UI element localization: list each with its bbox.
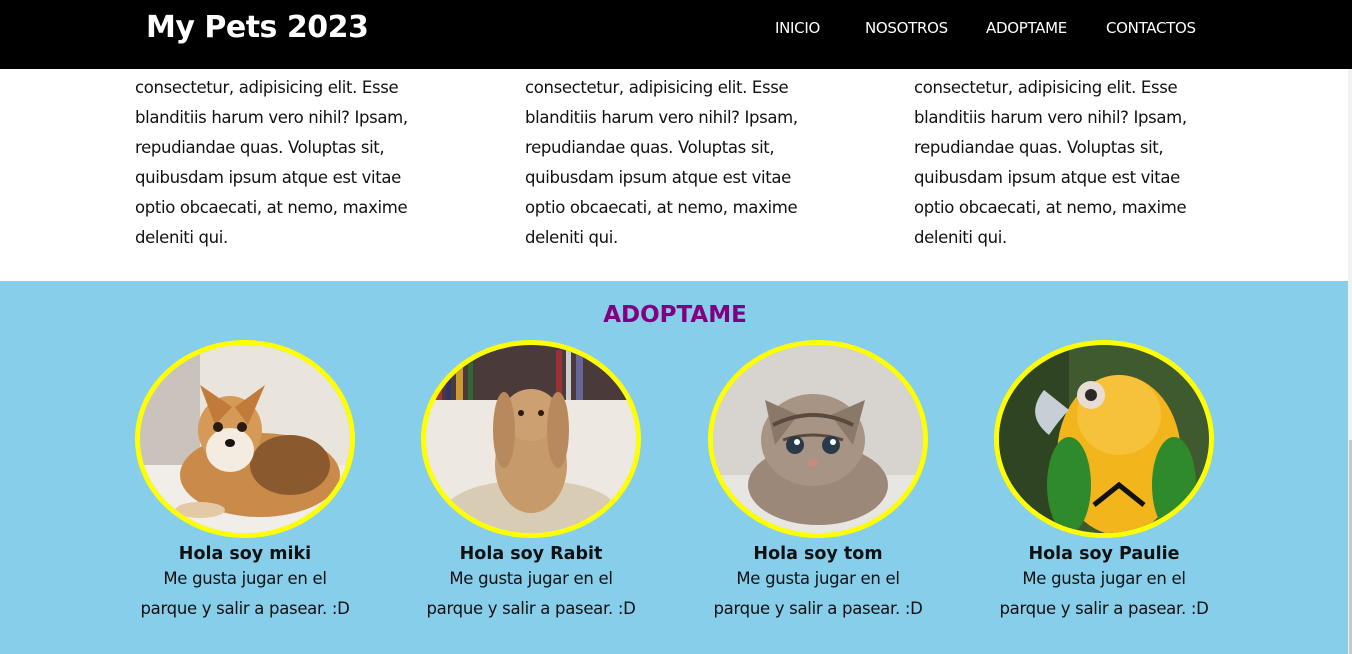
pet-desc-line: Me gusta jugar en el	[449, 569, 613, 588]
pet-description: Me gusta jugar en el parque y salir a pa…	[994, 564, 1214, 624]
pet-description: Me gusta jugar en el parque y salir a pa…	[708, 564, 928, 624]
rabbit-photo-image	[426, 345, 636, 533]
pet-desc-line: Me gusta jugar en el	[1022, 569, 1186, 588]
text-column: consectetur, adipisicing elit. Esse blan…	[525, 73, 815, 253]
pet-desc-line: Me gusta jugar en el	[736, 569, 900, 588]
text-line: optio obcaecati, at nemo, maxime	[914, 198, 1187, 217]
text-line: deleniti qui.	[525, 228, 618, 247]
text-line: blanditiis harum vero nihil? Ipsam,	[525, 108, 798, 127]
pet-desc-line: parque y salir a pasear. :D	[713, 599, 923, 618]
text-line: quibusdam ipsum atque est vitae	[914, 168, 1180, 187]
page-scrollbar[interactable]	[1348, 0, 1352, 654]
top-navbar: My Pets 2023 INICIO NOSOTROS ADOPTAME CO…	[0, 0, 1352, 69]
text-line: optio obcaecati, at nemo, maxime	[525, 198, 798, 217]
pet-desc-line: Me gusta jugar en el	[163, 569, 327, 588]
text-line: blanditiis harum vero nihil? Ipsam,	[914, 108, 1187, 127]
text-line: deleniti qui.	[914, 228, 1007, 247]
pet-desc-line: parque y salir a pasear. :D	[426, 599, 636, 618]
nav-link-nosotros[interactable]: NOSOTROS	[865, 19, 948, 37]
adopt-title: ADOPTAME	[603, 302, 747, 328]
text-line: deleniti qui.	[135, 228, 228, 247]
pet-description: Me gusta jugar en el parque y salir a pa…	[421, 564, 641, 624]
nav-link-inicio[interactable]: INICIO	[775, 19, 820, 37]
pet-card: Hola soy Paulie Me gusta jugar en el par…	[994, 340, 1214, 624]
pet-desc-line: parque y salir a pasear. :D	[999, 599, 1209, 618]
pet-description: Me gusta jugar en el parque y salir a pa…	[135, 564, 355, 624]
about-text-section: consectetur, adipisicing elit. Esse blan…	[0, 69, 1352, 281]
text-column: consectetur, adipisicing elit. Esse blan…	[914, 73, 1204, 253]
rabbit-photo[interactable]	[421, 340, 641, 538]
text-line: consectetur, adipisicing elit. Esse	[525, 78, 789, 97]
nav-link-adoptame[interactable]: ADOPTAME	[986, 19, 1067, 37]
pet-card: Hola soy miki Me gusta jugar en el parqu…	[135, 340, 355, 624]
kitten-photo-image	[713, 345, 923, 533]
pet-name: Hola soy tom	[753, 544, 883, 564]
pet-name: Hola soy Rabit	[459, 544, 603, 564]
parrot-photo[interactable]	[994, 340, 1214, 538]
main-nav: INICIO NOSOTROS ADOPTAME CONTACTOS	[0, 19, 1352, 41]
dog-photo-image	[140, 345, 350, 533]
pet-name: Hola soy miki	[178, 544, 312, 564]
parrot-photo-image	[999, 345, 1209, 533]
text-line: optio obcaecati, at nemo, maxime	[135, 198, 408, 217]
text-column: consectetur, adipisicing elit. Esse blan…	[135, 73, 425, 253]
text-line: consectetur, adipisicing elit. Esse	[135, 78, 399, 97]
text-line: blanditiis harum vero nihil? Ipsam,	[135, 108, 408, 127]
pet-card: Hola soy tom Me gusta jugar en el parque…	[708, 340, 928, 624]
text-line: repudiandae quas. Voluptas sit,	[914, 138, 1164, 157]
pet-desc-line: parque y salir a pasear. :D	[140, 599, 350, 618]
text-line: quibusdam ipsum atque est vitae	[135, 168, 401, 187]
dog-photo[interactable]	[135, 340, 355, 538]
pet-card: Hola soy Rabit Me gusta jugar en el parq…	[421, 340, 641, 624]
text-line: consectetur, adipisicing elit. Esse	[914, 78, 1178, 97]
kitten-photo[interactable]	[708, 340, 928, 538]
text-line: repudiandae quas. Voluptas sit,	[525, 138, 775, 157]
pet-name: Hola soy Paulie	[1028, 544, 1180, 564]
text-line: repudiandae quas. Voluptas sit,	[135, 138, 385, 157]
nav-link-contactos[interactable]: CONTACTOS	[1106, 19, 1196, 37]
adopt-section: ADOPTAME Hola soy miki Me gusta jugar en…	[0, 281, 1352, 654]
text-line: quibusdam ipsum atque est vitae	[525, 168, 791, 187]
